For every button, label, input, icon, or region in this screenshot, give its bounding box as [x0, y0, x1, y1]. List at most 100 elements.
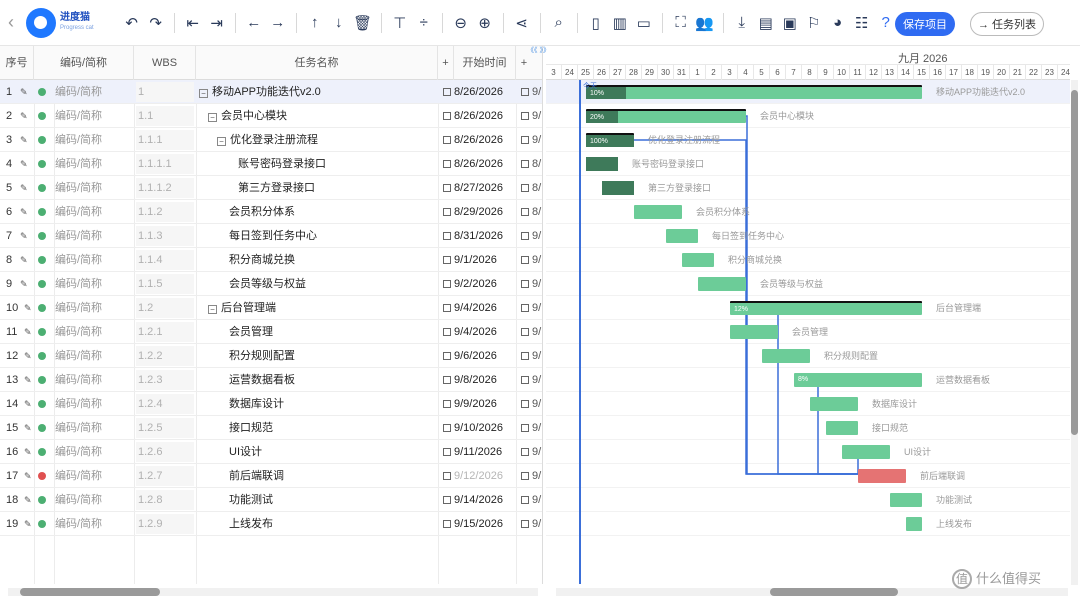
- table-row[interactable]: 17 ✎ 编码/简称 1.2.7 前后端联调 9/12/2026 9/: [0, 464, 542, 488]
- start-checkbox[interactable]: [443, 88, 451, 96]
- resources-icon[interactable]: 👥: [695, 11, 715, 35]
- start-date-cell[interactable]: 8/29/2026: [454, 200, 514, 224]
- edit-icon[interactable]: ✎: [24, 392, 34, 416]
- table-row[interactable]: 3 ✎ 编码/简称 1.1.1− 优化登录注册流程 8/26/2026 9/: [0, 128, 542, 152]
- expand-icon[interactable]: ⊤: [390, 11, 410, 35]
- end-checkbox[interactable]: [521, 448, 529, 456]
- task-bar[interactable]: [666, 229, 698, 243]
- end-date-cell[interactable]: 9/: [532, 272, 542, 296]
- vertical-scrollbar[interactable]: [1071, 80, 1078, 585]
- table-row[interactable]: 4 ✎ 编码/简称 1.1.1.1 账号密码登录接口 8/26/2026 8/: [0, 152, 542, 176]
- wbs-cell[interactable]: 1.2: [136, 298, 194, 318]
- start-date-cell[interactable]: 8/26/2026: [454, 152, 514, 176]
- wbs-cell[interactable]: 1.1.5: [136, 274, 194, 294]
- task-name-cell[interactable]: 会员等级与权益: [199, 272, 437, 296]
- end-date-cell[interactable]: 9/: [532, 368, 542, 392]
- end-checkbox[interactable]: [521, 232, 529, 240]
- start-checkbox[interactable]: [443, 472, 451, 480]
- table-row[interactable]: 6 ✎ 编码/简称 1.1.2 会员积分体系 8/29/2026 8/: [0, 200, 542, 224]
- task-bar[interactable]: [906, 517, 922, 531]
- collapse-toggle-icon[interactable]: −: [208, 113, 217, 122]
- start-date-cell[interactable]: 9/6/2026: [454, 344, 514, 368]
- back-icon[interactable]: ‹: [8, 12, 24, 33]
- end-date-cell[interactable]: 9/: [532, 296, 542, 320]
- start-date-cell[interactable]: 9/2/2026: [454, 272, 514, 296]
- wbs-cell[interactable]: 1.2.6: [136, 442, 194, 462]
- end-checkbox[interactable]: [521, 184, 529, 192]
- start-checkbox[interactable]: [443, 424, 451, 432]
- edit-icon[interactable]: ✎: [24, 320, 34, 344]
- task-name-cell[interactable]: 会员管理: [199, 320, 437, 344]
- end-date-cell[interactable]: 9/: [532, 512, 542, 536]
- code-cell[interactable]: 编码/简称: [55, 368, 135, 392]
- code-cell[interactable]: 编码/简称: [55, 272, 135, 296]
- task-bar[interactable]: [858, 469, 906, 483]
- task-list-button[interactable]: → 任务列表: [970, 12, 1044, 36]
- outdent-icon[interactable]: ⇥: [207, 11, 227, 35]
- excel-icon[interactable]: ▤: [756, 11, 776, 35]
- end-checkbox[interactable]: [521, 520, 529, 528]
- code-cell[interactable]: 编码/简称: [55, 344, 135, 368]
- end-date-cell[interactable]: 9/: [532, 104, 542, 128]
- grid-horizontal-scrollbar[interactable]: [8, 588, 538, 596]
- move-left-icon[interactable]: ←: [244, 11, 264, 35]
- wbs-cell[interactable]: 1.1.2: [136, 202, 194, 222]
- fullscreen-icon[interactable]: ⛶: [671, 11, 691, 35]
- task-bar[interactable]: [698, 277, 746, 291]
- start-checkbox[interactable]: [443, 280, 451, 288]
- start-checkbox[interactable]: [443, 160, 451, 168]
- task-name-cell[interactable]: − 移动APP功能迭代v2.0: [199, 80, 437, 104]
- wbs-cell[interactable]: 1.1.1.2: [136, 178, 194, 198]
- edit-icon[interactable]: ✎: [24, 440, 34, 464]
- task-name-cell[interactable]: 功能测试: [199, 488, 437, 512]
- table-row[interactable]: 9 ✎ 编码/简称 1.1.5 会员等级与权益 9/2/2026 9/: [0, 272, 542, 296]
- layout-3-icon[interactable]: ▭: [634, 11, 654, 35]
- collapse-icon[interactable]: ÷: [414, 11, 434, 35]
- task-bar[interactable]: 8%: [794, 373, 922, 387]
- wbs-cell[interactable]: 1.2.5: [136, 418, 194, 438]
- edit-icon[interactable]: ✎: [20, 152, 30, 176]
- download-icon[interactable]: ⤓: [732, 11, 752, 35]
- end-checkbox[interactable]: [521, 376, 529, 384]
- start-date-cell[interactable]: 9/15/2026: [454, 512, 514, 536]
- task-bar[interactable]: 10%: [586, 85, 922, 99]
- table-row[interactable]: 1 ✎ 编码/简称 1− 移动APP功能迭代v2.0 8/26/2026 9/: [0, 80, 542, 104]
- start-date-cell[interactable]: 8/31/2026: [454, 224, 514, 248]
- start-checkbox[interactable]: [443, 496, 451, 504]
- start-checkbox[interactable]: [443, 304, 451, 312]
- edit-icon[interactable]: ✎: [24, 488, 34, 512]
- table-row[interactable]: 15 ✎ 编码/简称 1.2.5 接口规范 9/10/2026 9/: [0, 416, 542, 440]
- save-project-button[interactable]: 保存项目: [895, 12, 955, 36]
- task-name-cell[interactable]: − 会员中心模块: [199, 104, 437, 128]
- start-checkbox[interactable]: [443, 520, 451, 528]
- task-bar[interactable]: [826, 421, 858, 435]
- task-name-cell[interactable]: 积分商城兑换: [199, 248, 437, 272]
- table-row[interactable]: 2 ✎ 编码/简称 1.1− 会员中心模块 8/26/2026 9/: [0, 104, 542, 128]
- task-bar[interactable]: 12%: [730, 301, 922, 315]
- wbs-cell[interactable]: 1.2.9: [136, 514, 194, 534]
- task-bar[interactable]: [842, 445, 890, 459]
- table-row[interactable]: 10 ✎ 编码/简称 1.2− 后台管理端 9/4/2026 9/: [0, 296, 542, 320]
- table-row[interactable]: 5 ✎ 编码/简称 1.1.1.2 第三方登录接口 8/27/2026 8/: [0, 176, 542, 200]
- code-cell[interactable]: 编码/简称: [55, 104, 135, 128]
- start-date-cell[interactable]: 9/9/2026: [454, 392, 514, 416]
- start-checkbox[interactable]: [443, 328, 451, 336]
- edit-icon[interactable]: ✎: [20, 128, 30, 152]
- end-date-cell[interactable]: 8/: [532, 200, 542, 224]
- table-row[interactable]: 11 ✎ 编码/简称 1.2.1 会员管理 9/4/2026 9/: [0, 320, 542, 344]
- layout-2-icon[interactable]: ▥: [610, 11, 630, 35]
- move-right-icon[interactable]: →: [268, 11, 288, 35]
- code-cell[interactable]: 编码/简称: [55, 392, 135, 416]
- task-bar[interactable]: [730, 325, 778, 339]
- start-checkbox[interactable]: [443, 256, 451, 264]
- task-name-cell[interactable]: 上线发布: [199, 512, 437, 536]
- palette-icon[interactable]: ◕: [828, 11, 848, 35]
- start-date-cell[interactable]: 9/11/2026: [454, 440, 514, 464]
- vertical-scroll-thumb[interactable]: [1071, 90, 1078, 435]
- table-row[interactable]: 12 ✎ 编码/简称 1.2.2 积分规则配置 9/6/2026 9/: [0, 344, 542, 368]
- end-checkbox[interactable]: [521, 328, 529, 336]
- collapse-toggle-icon[interactable]: −: [199, 89, 208, 98]
- move-down-icon[interactable]: ↓: [329, 11, 349, 35]
- start-date-cell[interactable]: 9/14/2026: [454, 488, 514, 512]
- code-cell[interactable]: 编码/简称: [55, 248, 135, 272]
